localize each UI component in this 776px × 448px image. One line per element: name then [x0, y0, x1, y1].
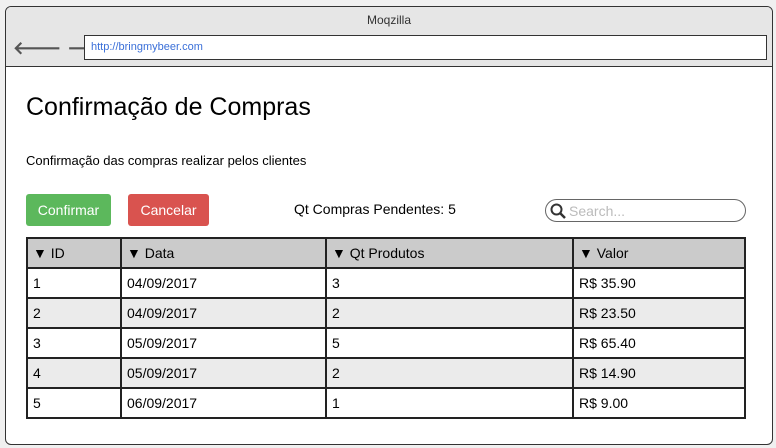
cell-valor: R$ 35.90: [572, 267, 746, 299]
search-input[interactable]: Search...: [545, 199, 746, 222]
cell-date: 05/09/2017: [120, 327, 327, 359]
table-row[interactable]: 3 05/09/2017 5 R$ 65.40: [26, 327, 746, 359]
browser-window: Moqzilla 🡐 🡒 ⟳ http://bringmybeer.com Co…: [5, 6, 773, 445]
table-row[interactable]: 1 04/09/2017 3 R$ 35.90: [26, 267, 746, 299]
cell-qt-produtos: 5: [325, 327, 574, 359]
cell-date: 06/09/2017: [120, 387, 327, 419]
cell-qt-produtos: 1: [325, 387, 574, 419]
column-header-id[interactable]: ▼ ID: [26, 237, 122, 269]
cell-id: 2: [26, 297, 122, 329]
search-icon: [550, 203, 566, 219]
cell-date: 05/09/2017: [120, 357, 327, 389]
cancel-button[interactable]: Cancelar: [128, 194, 209, 226]
confirm-button[interactable]: Confirmar: [26, 194, 111, 226]
cell-date: 04/09/2017: [120, 267, 327, 299]
table-row[interactable]: 4 05/09/2017 2 R$ 14.90: [26, 357, 746, 389]
cell-qt-produtos: 3: [325, 267, 574, 299]
table-row[interactable]: 5 06/09/2017 1 R$ 9.00: [26, 387, 746, 419]
column-header-valor[interactable]: ▼ Valor: [572, 237, 746, 269]
cell-valor: R$ 23.50: [572, 297, 746, 329]
cell-valor: R$ 9.00: [572, 387, 746, 419]
cell-valor: R$ 65.40: [572, 327, 746, 359]
table-row[interactable]: 2 04/09/2017 2 R$ 23.50: [26, 297, 746, 329]
column-header-qt-produtos[interactable]: ▼ Qt Produtos: [325, 237, 574, 269]
page-subtitle: Confirmação das compras realizar pelos c…: [26, 153, 307, 168]
cell-id: 4: [26, 357, 122, 389]
window-title: Moqzilla: [366, 13, 411, 27]
column-header-data[interactable]: ▼ Data: [120, 237, 327, 269]
cell-qt-produtos: 2: [325, 297, 574, 329]
cell-qt-produtos: 2: [325, 357, 574, 389]
search-placeholder: Search...: [569, 202, 626, 219]
cell-id: 5: [26, 387, 122, 419]
cell-id: 1: [26, 267, 122, 299]
cell-date: 04/09/2017: [120, 297, 327, 329]
cell-id: 3: [26, 327, 122, 359]
cell-valor: R$ 14.90: [572, 357, 746, 389]
purchases-table: ▼ ID ▼ Data ▼ Qt Produtos ▼ Valor 1 04/09…: [26, 237, 746, 419]
pending-count: Qt Compras Pendentes: 5: [294, 201, 456, 217]
url-bar[interactable]: http://bringmybeer.com: [84, 35, 767, 60]
back-arrow-icon[interactable]: 🡐: [13, 38, 61, 59]
browser-chrome: Moqzilla 🡐 🡒 ⟳ http://bringmybeer.com: [6, 7, 772, 67]
page-title: Confirmação de Compras: [26, 93, 311, 121]
